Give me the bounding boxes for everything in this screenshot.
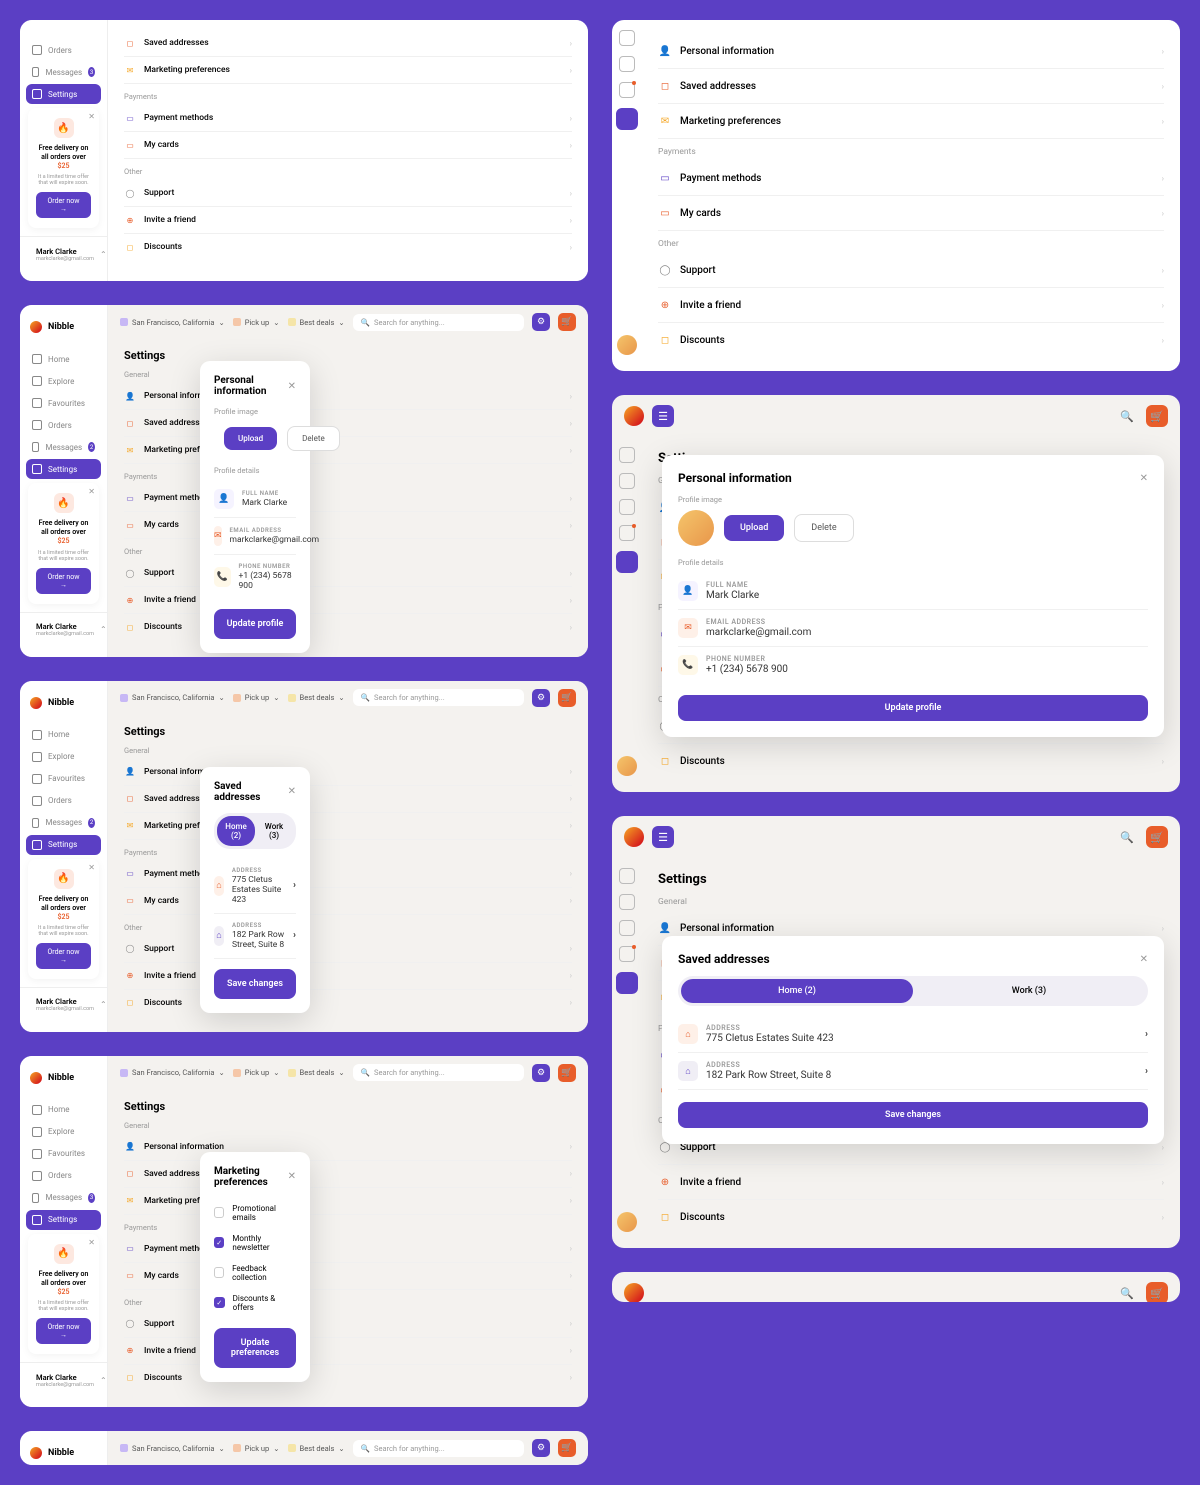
nav-favourites[interactable]: Favourites — [26, 393, 101, 413]
desktop-partial-bottom: Nibble San Francisco, California ⌄Pick u… — [20, 1431, 588, 1465]
section-other: Other — [124, 167, 572, 176]
save-changes-button[interactable]: Save changes — [214, 969, 296, 999]
row-support[interactable]: ◯Support› — [124, 180, 572, 207]
update-profile-button[interactable]: Update profile — [214, 609, 296, 639]
checkbox-discounts[interactable]: ✓Discounts & offers — [214, 1288, 296, 1318]
bookmark-icon: ◻ — [124, 37, 136, 49]
delete-button[interactable]: Delete — [287, 426, 340, 451]
update-prefs-button[interactable]: Update preferences — [214, 1328, 296, 1368]
user-menu[interactable]: Mark Clarkemarkclarke@gmail.com⌃⌄ — [20, 612, 107, 647]
address-row[interactable]: ⌂ADDRESS775 Cletus Estates Suite 423› — [214, 859, 296, 914]
mail-icon: ✉ — [124, 64, 136, 76]
ticket-icon: ◻ — [124, 241, 136, 253]
delete-button[interactable]: Delete — [794, 514, 853, 542]
search-input[interactable]: 🔍 Search for anything... — [353, 314, 524, 331]
messages-icon — [32, 67, 39, 77]
cart-button[interactable]: 🛒 — [1146, 405, 1168, 427]
upload-button[interactable]: Upload — [724, 515, 784, 541]
mobile-settings: 👤Personal information› ◻Saved addresses›… — [612, 20, 1180, 371]
rail-mail-icon[interactable] — [619, 82, 635, 98]
section-payments: Payments — [124, 92, 572, 101]
nav-settings[interactable]: Settings — [26, 84, 101, 104]
messages-badge: 3 — [88, 67, 95, 77]
close-icon[interactable]: ✕ — [88, 112, 95, 121]
desktop-saved-modal: Nibble Home Explore Favourites Orders Me… — [20, 681, 588, 1032]
desktop-settings-partial: Orders Messages3 Settings ✕ 🔥 Free deliv… — [20, 20, 588, 281]
filter-button[interactable]: ⚙ — [532, 313, 550, 331]
invite-icon: ⊕ — [124, 214, 136, 226]
row-saved[interactable]: ◻Saved addresses› — [124, 30, 572, 57]
saved-addresses-modal: Saved addresses✕ Home (2)Work (3) ⌂ADDRE… — [200, 767, 310, 1013]
user-icon: 👤 — [214, 489, 234, 509]
search-button[interactable]: 🔍 — [1116, 405, 1138, 427]
logo-icon — [30, 321, 42, 333]
promo-card: ✕ 🔥 Free delivery onall orders over $25 … — [28, 483, 99, 603]
personal-info-modal: Personal information✕ Profile image Uplo… — [662, 455, 1164, 737]
rail-settings-icon[interactable] — [616, 108, 638, 130]
row-marketing[interactable]: ✉Marketing preferences› — [124, 57, 572, 84]
promo-card: ✕ 🔥 Free delivery onall orders over $25 … — [28, 108, 99, 228]
desktop-marketing-modal: Nibble Home Explore Favourites Orders Me… — [20, 1056, 588, 1407]
nav-home[interactable]: Home — [26, 349, 101, 369]
topbar: San Francisco, California ⌄ Pick up ⌄ Be… — [108, 305, 588, 339]
update-profile-button[interactable]: Update profile — [678, 695, 1148, 721]
cards-icon: ▭ — [124, 139, 136, 151]
location-chip[interactable]: San Francisco, California ⌄ — [120, 318, 225, 327]
mobile-partial: 🔍🛒 — [612, 1272, 1180, 1302]
row-cards[interactable]: ▭My cards› — [124, 132, 572, 159]
nav-explore[interactable]: Explore — [26, 371, 101, 391]
home-icon: ⌂ — [214, 926, 224, 946]
order-now-button[interactable]: Order now → — [36, 568, 91, 594]
personal-info-modal: Personal information✕ Profile image Uplo… — [200, 361, 310, 653]
deals-chip[interactable]: Best deals ⌄ — [288, 318, 345, 327]
pickup-chip[interactable]: Pick up ⌄ — [233, 318, 280, 327]
phone-icon: 📞 — [214, 567, 231, 587]
row-invite[interactable]: ⊕Invite a friend› — [124, 207, 572, 234]
mobile-saved-modal: ☰🔍🛒 Settings General 👤Personal informati… — [612, 816, 1180, 1248]
brand: Nibble — [20, 315, 107, 339]
card-icon: ▭ — [124, 112, 136, 124]
menu-button[interactable]: ☰ — [652, 405, 674, 427]
tab-home[interactable]: Home (2) — [681, 979, 913, 1003]
checkbox-promo[interactable]: Promotional emails — [214, 1198, 296, 1228]
nav-messages[interactable]: Messages2 — [26, 437, 101, 457]
save-changes-button[interactable]: Save changes — [678, 1102, 1148, 1128]
tab-work[interactable]: Work (3) — [255, 816, 293, 846]
user-menu[interactable]: Mark Clarkemarkclarke@gmail.com ⌃⌄ — [20, 236, 107, 271]
close-icon[interactable]: ✕ — [88, 487, 95, 496]
desktop-personal-modal: Nibble Home Explore Favourites Orders Me… — [20, 305, 588, 656]
home-icon: ⌂ — [214, 876, 224, 896]
mail-icon: ✉ — [214, 526, 222, 546]
row-discounts[interactable]: ◻Discounts› — [124, 234, 572, 260]
mobile-personal-modal: ☰🔍🛒 Settings General 👤› ◻› ✉› Payments ▭… — [612, 395, 1180, 792]
cart-button[interactable]: 🛒 — [558, 313, 576, 331]
nav-settings[interactable]: Settings — [26, 459, 101, 479]
upload-button[interactable]: Upload — [224, 427, 277, 450]
mobile-rail — [612, 20, 642, 371]
fire-icon: 🔥 — [54, 118, 74, 138]
support-icon: ◯ — [124, 187, 136, 199]
row-payment[interactable]: ▭Payment methods› — [124, 105, 572, 132]
tab-home[interactable]: Home (2) — [217, 816, 255, 846]
close-icon[interactable]: ✕ — [288, 381, 296, 392]
address-row[interactable]: ⌂ADDRESS182 Park Row Street, Suite 8› — [214, 914, 296, 959]
tab-work[interactable]: Work (3) — [913, 979, 1145, 1003]
checkbox-feedback[interactable]: Feedback collection — [214, 1258, 296, 1288]
marketing-prefs-modal: Marketing preferences✕ Promotional email… — [200, 1152, 310, 1382]
order-now-button[interactable]: Order now → — [36, 192, 91, 218]
orders-icon — [32, 45, 42, 55]
rail-bookmark-icon[interactable] — [619, 30, 635, 46]
chevron-right-icon: › — [570, 39, 572, 48]
nav-orders[interactable]: Orders — [26, 40, 101, 60]
nav-messages[interactable]: Messages3 — [26, 62, 101, 82]
settings-icon — [32, 89, 42, 99]
avatar[interactable] — [617, 335, 637, 355]
nav-orders[interactable]: Orders — [26, 415, 101, 435]
checkbox-newsletter[interactable]: ✓Monthly newsletter — [214, 1228, 296, 1258]
saved-addresses-modal: Saved addresses✕ Home (2)Work (3) ⌂ADDRE… — [662, 936, 1164, 1144]
page-title: Settings — [124, 349, 572, 362]
logo-icon — [624, 406, 644, 426]
rail-doc-icon[interactable] — [619, 56, 635, 72]
